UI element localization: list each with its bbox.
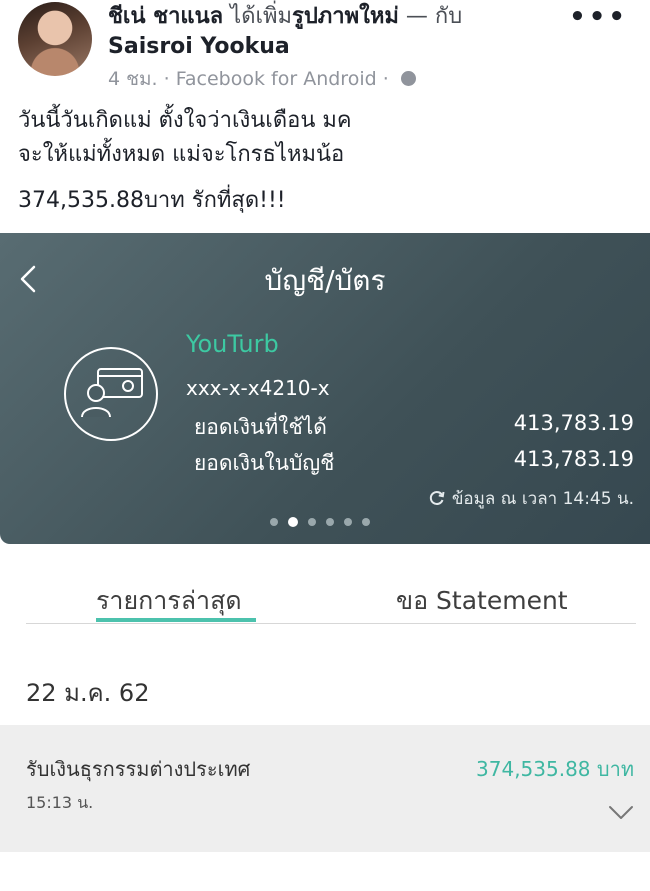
account-name: YouTurb	[186, 330, 279, 358]
available-balance-value: 413,783.19	[513, 411, 634, 435]
carousel-dot[interactable]	[270, 518, 278, 526]
tab-request-statement[interactable]: ขอ Statement	[396, 581, 568, 621]
author-avatar[interactable]	[18, 2, 92, 76]
bank-screenshot: บัญชี/บัตร YouTurb xxx-x-x4210-x ยอดเงิน…	[0, 233, 650, 891]
transaction-time: 15:13 น.	[26, 793, 94, 812]
carousel-dot[interactable]	[326, 518, 334, 526]
card-user-icon	[81, 368, 143, 418]
transaction-description: รับเงินธุรกรรมต่างประเทศ	[26, 757, 251, 781]
transaction-amount: 374,535.88 บาท	[476, 753, 634, 785]
carousel-dots[interactable]	[270, 517, 370, 527]
active-tab-indicator	[96, 618, 256, 622]
date-header: 22 ม.ค. 62	[26, 679, 150, 707]
account-balance-value: 413,783.19	[513, 447, 634, 471]
transaction-tabs: รายการล่าสุด ขอ Statement	[26, 573, 636, 624]
post-text: วันนี้วันเกิดแม่ ตั้งใจว่าเงินเดือน มค จ…	[18, 104, 638, 218]
account-balance-label: ยอดเงินในบัญชี	[194, 451, 335, 475]
post-meta: 4 ชม. · Facebook for Android ·	[108, 64, 416, 94]
post-action: ได้เพิ่ม	[230, 4, 293, 29]
transaction-row[interactable]: รับเงินธุรกรรมต่างประเทศ 15:13 น. 374,53…	[0, 725, 650, 852]
post-with-text: — กับ	[405, 4, 463, 29]
more-icon[interactable]: •••	[569, 2, 628, 32]
tagged-person[interactable]: Saisroi Yookua	[108, 34, 290, 59]
post-text-line: 374,535.88บาท รักที่สุด!!!	[18, 188, 286, 213]
refresh-icon[interactable]	[428, 489, 446, 507]
available-balance-label: ยอดเงินที่ใช้ได้	[194, 415, 327, 439]
carousel-dot[interactable]	[362, 518, 370, 526]
post-header: ชีเน่ ชาแนล ได้เพิ่มรูปภาพใหม่ — กับ Sai…	[0, 0, 650, 92]
globe-icon	[400, 71, 416, 86]
account-card-panel: บัญชี/บัตร YouTurb xxx-x-x4210-x ยอดเงิน…	[0, 233, 650, 544]
post-object[interactable]: รูปภาพใหม่	[292, 4, 399, 29]
post-via: · Facebook for Android ·	[163, 68, 389, 90]
last-updated-note[interactable]: ข้อมูล ณ เวลา 14:45 น.	[428, 485, 634, 512]
transaction-amount-value: 374,535.88	[476, 757, 591, 781]
transaction-currency: บาท	[596, 757, 634, 781]
chevron-down-icon[interactable]	[608, 805, 634, 821]
screen-title: บัญชี/บัตร	[264, 264, 386, 297]
author-name[interactable]: ชีเน่ ชาแนล	[108, 4, 223, 29]
post-text-line: จะให้แม่ทั้งหมด แม่จะโกรธไหมน้อ	[18, 142, 345, 167]
post-text-line: วันนี้วันเกิดแม่ ตั้งใจว่าเงินเดือน มค	[18, 108, 352, 133]
post-time[interactable]: 4 ชม.	[108, 68, 158, 90]
carousel-dot[interactable]	[288, 517, 298, 527]
last-updated-text: ข้อมูล ณ เวลา 14:45 น.	[451, 489, 634, 509]
carousel-dot[interactable]	[308, 518, 316, 526]
tab-recent-transactions[interactable]: รายการล่าสุด	[96, 581, 242, 621]
post-author-line: ชีเน่ ชาแนล ได้เพิ่มรูปภาพใหม่ — กับ Sai…	[108, 2, 462, 62]
account-number: xxx-x-x4210-x	[186, 376, 330, 400]
carousel-dot[interactable]	[344, 518, 352, 526]
account-emblem	[64, 347, 158, 441]
